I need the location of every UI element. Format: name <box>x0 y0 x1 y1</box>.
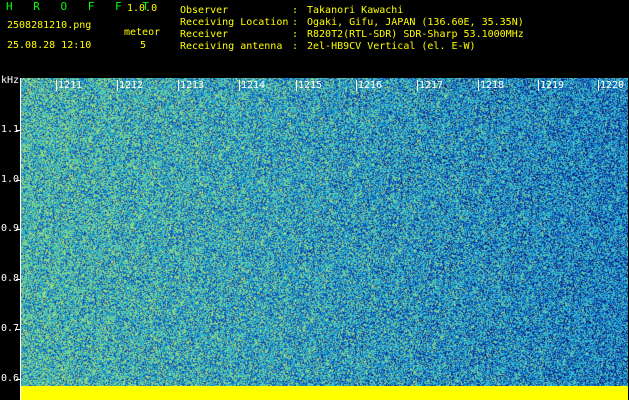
y-tick-mark <box>16 329 20 330</box>
x-tick-label: 1215 <box>296 80 323 91</box>
app-version: 1.0.0 <box>127 3 158 14</box>
y-axis-unit: kHz <box>1 75 20 86</box>
x-tick-label: 1218 <box>478 80 505 91</box>
x-tick-label: 1219 <box>538 80 565 91</box>
mode-label: meteor <box>124 27 161 38</box>
observer-value: Takanori Kawachi <box>307 5 404 16</box>
y-tick-mark <box>16 229 20 230</box>
hrofft-window: H R O F F T 1.0.0 2508281210.png 25.08.2… <box>0 0 629 400</box>
y-tick-mark <box>16 379 20 380</box>
spectrogram <box>20 78 628 386</box>
x-tick-label: 1216 <box>356 80 383 91</box>
y-tick-mark <box>16 279 20 280</box>
file-name: 2508281210.png <box>7 20 92 31</box>
x-tick-label: 1212 <box>117 80 144 91</box>
antenna-value: 2el-HB9CV Vertical (el. E-W) <box>307 41 476 52</box>
observer-sep: : <box>292 5 299 16</box>
receiver-label: Receiver <box>180 29 229 40</box>
antenna-label: Receiving antenna <box>180 41 283 52</box>
x-tick-label: 1214 <box>239 80 266 91</box>
receiver-value: R820T2(RTL-SDR) SDR-Sharp 53.1000MHz <box>307 29 524 40</box>
antenna-sep: : <box>292 41 299 52</box>
y-tick-mark <box>16 180 20 181</box>
receiver-sep: : <box>292 29 299 40</box>
x-tick-label: 1211 <box>56 80 83 91</box>
observer-label: Observer <box>180 5 229 16</box>
x-tick-label: 1213 <box>178 80 205 91</box>
noise-floor-band <box>20 386 628 400</box>
x-tick-label: 1217 <box>417 80 444 91</box>
location-sep: : <box>292 17 299 28</box>
y-tick-mark <box>16 130 20 131</box>
timestamp: 25.08.28 12:10 <box>7 40 92 51</box>
location-label: Receiving Location <box>180 17 289 28</box>
meteor-count: 5 <box>140 40 147 51</box>
x-tick-label: 1220 <box>598 80 625 91</box>
location-value: Ogaki, Gifu, JAPAN (136.60E, 35.35N) <box>307 17 524 28</box>
y-axis-line <box>20 78 21 400</box>
